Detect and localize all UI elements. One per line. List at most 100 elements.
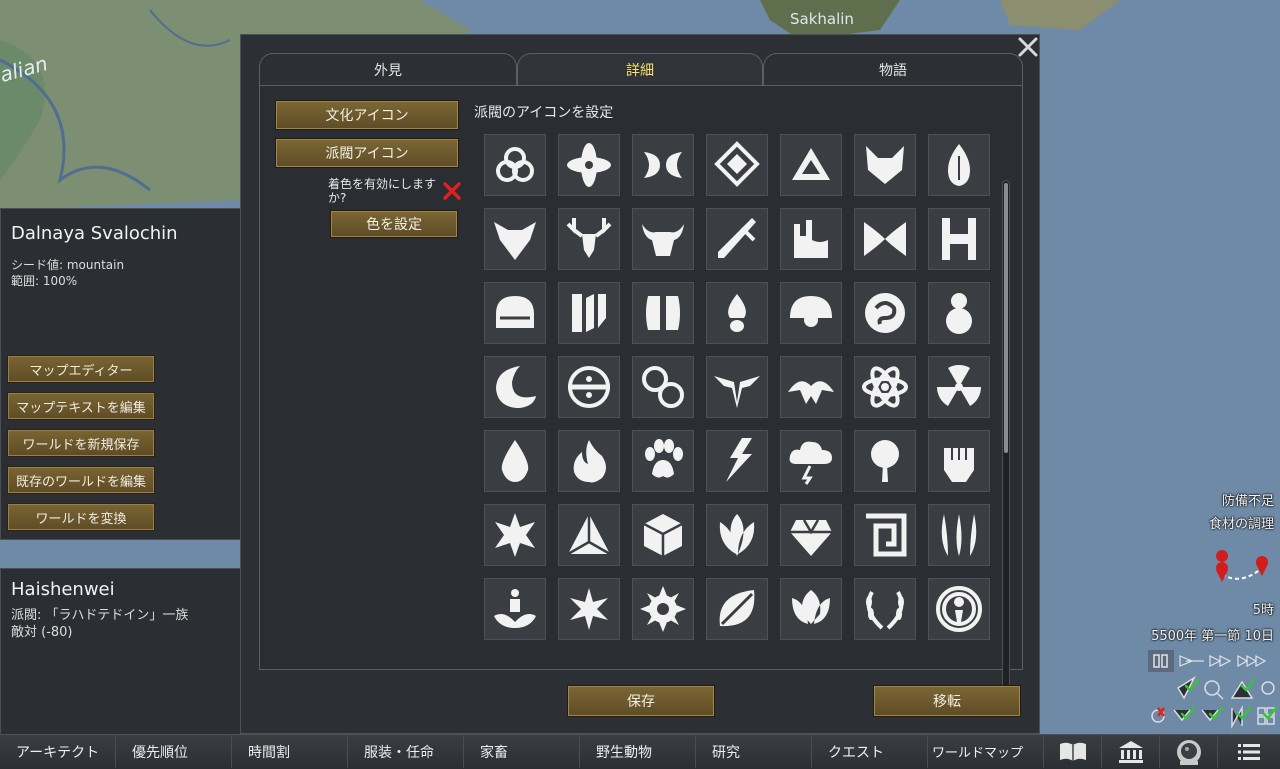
book-icon[interactable] (1044, 735, 1102, 768)
faction-icon-option[interactable] (854, 134, 916, 196)
faction-icon-option[interactable] (558, 504, 620, 566)
twin-h-icon (942, 218, 976, 260)
tulip-icon (792, 590, 830, 624)
convert-world-button[interactable]: ワールドを変換 (7, 503, 155, 531)
fox-head-icon (866, 146, 904, 184)
faction-icon-option[interactable] (706, 356, 768, 418)
mushroom-icon (728, 294, 746, 332)
menu-icon[interactable] (1218, 735, 1280, 768)
fire-icon (573, 440, 606, 483)
tab-quests[interactable]: クエスト (812, 735, 928, 768)
icon-grid-label: 派閥のアイコンを設定 (474, 105, 614, 121)
faction-icon-option[interactable] (780, 430, 842, 492)
faction-icon-option[interactable] (632, 356, 694, 418)
tab-appearance[interactable]: 外見 (259, 53, 517, 85)
disabled-cross-icon[interactable] (442, 181, 462, 201)
alert-underdefended[interactable]: 防備不足 (1222, 490, 1274, 509)
water-drop-icon (501, 440, 529, 482)
tab-wildlife[interactable]: 野生動物 (580, 735, 696, 768)
culture-icon-button[interactable]: 文化アイコン (275, 100, 459, 130)
faction-icon-option[interactable] (558, 578, 620, 640)
save-button[interactable]: 保存 (567, 685, 715, 717)
faction-icon-option[interactable] (484, 356, 546, 418)
icon-grid-scrollbar[interactable] (1002, 180, 1010, 704)
faction-icon-option[interactable] (558, 134, 620, 196)
eight-point-star-icon (495, 513, 535, 557)
tab-animals[interactable]: 家畜 (464, 735, 580, 768)
faction-icon-option[interactable] (854, 578, 916, 640)
faction-icon-option[interactable] (484, 208, 546, 270)
faction-icon-option[interactable] (780, 134, 842, 196)
tab-research[interactable]: 研究 (696, 735, 812, 768)
transfer-button[interactable]: 移転 (873, 685, 1021, 717)
tab-world-map[interactable]: ワールドマップ (928, 735, 1044, 768)
flame-crest-icon (948, 144, 970, 186)
edit-map-text-button[interactable]: マップテキストを編集 (7, 392, 155, 420)
faction-icon-option[interactable] (632, 578, 694, 640)
faction-icon-option[interactable] (854, 356, 916, 418)
faction-icon-option[interactable] (780, 504, 842, 566)
faction-icon-option[interactable] (484, 578, 546, 640)
faction-icon-option[interactable] (558, 282, 620, 344)
set-color-button[interactable]: 色を設定 (330, 210, 458, 238)
faction-icon-option[interactable] (928, 504, 990, 566)
faction-icon-option[interactable] (780, 282, 842, 344)
faction-icon-option[interactable] (632, 282, 694, 344)
save-new-world-button[interactable]: ワールドを新規保存 (7, 429, 155, 457)
castle-icon (794, 220, 828, 258)
cube-icon (643, 514, 683, 556)
map-overlay-toggles[interactable] (1146, 676, 1280, 732)
faction-icon-option[interactable] (484, 430, 546, 492)
tab-assign[interactable]: 服装・任命 (348, 735, 464, 768)
faction-icon-option[interactable] (632, 430, 694, 492)
settlement-info-panel: Haishenwei 派閥: 「ラハドテドイン」一族 敵対 (-80) (0, 568, 242, 736)
faction-icon-option[interactable] (854, 208, 916, 270)
storm-cloud-icon (789, 441, 832, 485)
tab-schedule[interactable]: 時間割 (232, 735, 348, 768)
faction-icon-option[interactable] (928, 134, 990, 196)
faction-icon-option[interactable] (706, 134, 768, 196)
scrollbar-thumb[interactable] (1004, 183, 1008, 453)
astronaut-icon[interactable] (1160, 735, 1218, 768)
tab-work-priorities[interactable]: 優先順位 (116, 735, 232, 768)
faction-icon-button[interactable]: 派閥アイコン (275, 138, 459, 168)
triangle-icon (792, 148, 830, 180)
faction-icon-option[interactable] (484, 504, 546, 566)
tab-story[interactable]: 物語 (763, 53, 1023, 85)
faction-icon-option[interactable] (706, 430, 768, 492)
faction-icon-option[interactable] (558, 356, 620, 418)
faction-icon-option[interactable] (632, 134, 694, 196)
faction-icon-option[interactable] (780, 578, 842, 640)
faction-icon-option[interactable] (632, 208, 694, 270)
faction-icon-option[interactable] (484, 282, 546, 344)
faction-icon-option[interactable] (854, 430, 916, 492)
alert-cooking[interactable]: 食材の調理 (1209, 513, 1274, 532)
tab-architect[interactable]: アーキテクト (0, 735, 116, 768)
faction-icon-option[interactable] (854, 504, 916, 566)
map-editor-button[interactable]: マップエディター (7, 355, 155, 383)
faction-icon-option[interactable] (484, 134, 546, 196)
faction-icon-option[interactable] (706, 504, 768, 566)
faction-icon-option[interactable] (928, 282, 990, 344)
faction-icon-option[interactable] (780, 356, 842, 418)
faction-icon-option[interactable] (928, 578, 990, 640)
faction-icon-option[interactable] (928, 208, 990, 270)
edit-existing-world-button[interactable]: 既存のワールドを編集 (7, 466, 155, 494)
government-icon[interactable] (1102, 735, 1160, 768)
tab-details[interactable]: 詳細 (517, 53, 763, 85)
faction-icon-option[interactable] (854, 282, 916, 344)
faction-icon-option[interactable] (780, 208, 842, 270)
close-icon[interactable] (1016, 35, 1040, 59)
faction-icon-option[interactable] (928, 356, 990, 418)
faction-icon-option[interactable] (558, 430, 620, 492)
dome-icon (496, 296, 534, 328)
time-speed-controls[interactable] (1148, 650, 1276, 672)
faction-icon-option[interactable] (706, 578, 768, 640)
faction-icon-option[interactable] (706, 208, 768, 270)
world-title: Dalnaya Svalochin (11, 223, 178, 244)
faction-icon-option[interactable] (928, 430, 990, 492)
faction-icon-option[interactable] (558, 208, 620, 270)
radiation-icon (937, 365, 981, 406)
faction-icon-option[interactable] (706, 282, 768, 344)
faction-icon-option[interactable] (632, 504, 694, 566)
